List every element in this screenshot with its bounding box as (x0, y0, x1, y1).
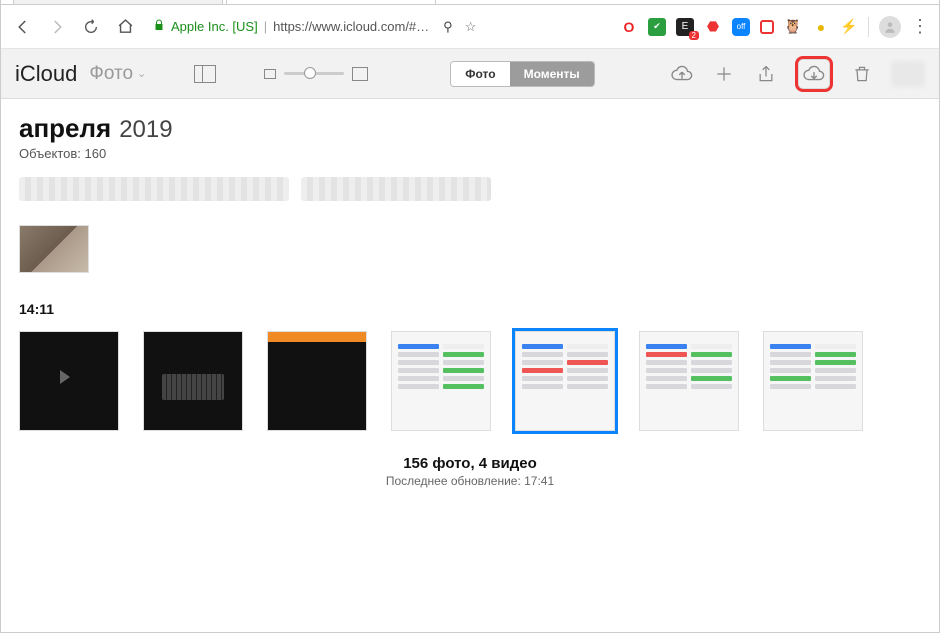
icloud-toolbar: iCloud Фото ⌄ Фото Моменты (1, 49, 939, 99)
lock-icon (153, 19, 165, 34)
upload-icon[interactable] (669, 61, 695, 87)
icloud-brand-label[interactable]: iCloud (15, 61, 77, 87)
library-summary: 156 фото, 4 видео Последнее обновление: … (19, 455, 921, 488)
extension-row: O ✔ E ⬣ off 🦉 ● ⚡ ⋮ (620, 16, 929, 38)
summary-count: 156 фото, 4 видео (19, 455, 921, 472)
photo-thumbnail[interactable] (267, 331, 367, 431)
slider-thumb[interactable] (304, 67, 316, 79)
chevron-down-icon: ⌄ (137, 67, 146, 80)
url-text: https://www.icloud.com/#… (273, 19, 429, 34)
photo-thumbnail-selected[interactable] (515, 331, 615, 431)
minimize-button[interactable]: — (815, 0, 853, 2)
section-label: Фото (89, 63, 133, 85)
summary-updated: Последнее обновление: 17:41 (19, 474, 921, 488)
owl-icon[interactable]: 🦉 (784, 18, 802, 36)
address-bar[interactable]: Apple Inc. [US] | https://www.icloud.com… (147, 13, 507, 41)
redacted-block (19, 177, 289, 201)
object-count-label: Объектов: 160 (19, 146, 921, 161)
photo-thumbnail[interactable] (143, 331, 243, 431)
segment-photos[interactable]: Фото (451, 62, 509, 86)
small-thumb-icon (264, 69, 276, 79)
bookmark-star-icon[interactable]: ☆ (465, 19, 477, 35)
off-toggle-icon[interactable]: off (732, 18, 750, 36)
sidebar-toggle-icon[interactable] (194, 65, 216, 83)
segment-moments[interactable]: Моменты (510, 62, 594, 86)
view-segmented-control: Фото Моменты (450, 61, 594, 87)
download-icon[interactable] (801, 61, 827, 87)
dot-icon[interactable]: ● (812, 18, 830, 36)
separator: | (264, 19, 267, 34)
photo-thumbnail[interactable] (639, 331, 739, 431)
icloud-right-tools (669, 56, 925, 92)
download-button-highlight (795, 56, 833, 92)
add-button[interactable] (711, 61, 737, 87)
redacted-row (19, 177, 921, 219)
divider (868, 17, 869, 37)
opera-icon[interactable]: O (620, 18, 638, 36)
photo-thumbnail[interactable] (19, 331, 119, 431)
photos-content: апреля 2019 Объектов: 160 14:11 (1, 99, 939, 632)
photo-thumbnail[interactable] (391, 331, 491, 431)
new-tab-button[interactable]: + (439, 0, 467, 4)
close-window-button[interactable]: ✕ (891, 0, 929, 2)
site-owner-label: Apple Inc. [US] (171, 19, 258, 34)
home-button[interactable] (113, 15, 137, 39)
photo-thumbnail[interactable] (763, 331, 863, 431)
keyboard-icon (162, 374, 224, 400)
maximize-button[interactable]: ▢ (853, 0, 891, 2)
shield-icon[interactable]: ✔ (648, 18, 666, 36)
year-label: 2019 (119, 116, 172, 144)
share-icon[interactable] (753, 61, 779, 87)
browser-tab-lumpics[interactable]: Lumpics.ru × (13, 0, 223, 4)
record-icon[interactable] (760, 20, 774, 34)
month-header: апреля 2019 (19, 113, 921, 144)
play-icon (60, 370, 70, 384)
kebab-menu-icon[interactable]: ⋮ (911, 16, 929, 37)
icloud-section-dropdown[interactable]: Фото ⌄ (89, 63, 146, 85)
browser-tab-icloud[interactable]: Фото iCloud × (226, 0, 436, 4)
tab-strip: Lumpics.ru × Фото iCloud × + — ▢ ✕ (1, 0, 939, 5)
profile-avatar[interactable] (879, 16, 901, 38)
large-thumb-icon (352, 67, 368, 81)
forward-button[interactable] (45, 15, 69, 39)
month-label: апреля (19, 113, 111, 144)
thumbnail-size-slider[interactable] (264, 67, 368, 81)
account-badge[interactable] (891, 61, 925, 87)
thumbnail-grid (19, 331, 921, 431)
back-button[interactable] (11, 15, 35, 39)
reload-button[interactable] (79, 15, 103, 39)
trash-icon[interactable] (849, 61, 875, 87)
browser-nav-bar: Apple Inc. [US] | https://www.icloud.com… (1, 5, 939, 49)
bolt-icon[interactable]: ⚡ (840, 18, 858, 36)
redacted-block (301, 177, 491, 201)
time-group-label: 14:11 (19, 301, 921, 317)
key-icon[interactable]: ⚲ (443, 19, 453, 35)
single-thumbnail[interactable] (19, 225, 89, 273)
blocker-icon[interactable]: ⬣ (704, 18, 722, 36)
evernote-icon[interactable]: E (676, 18, 694, 36)
